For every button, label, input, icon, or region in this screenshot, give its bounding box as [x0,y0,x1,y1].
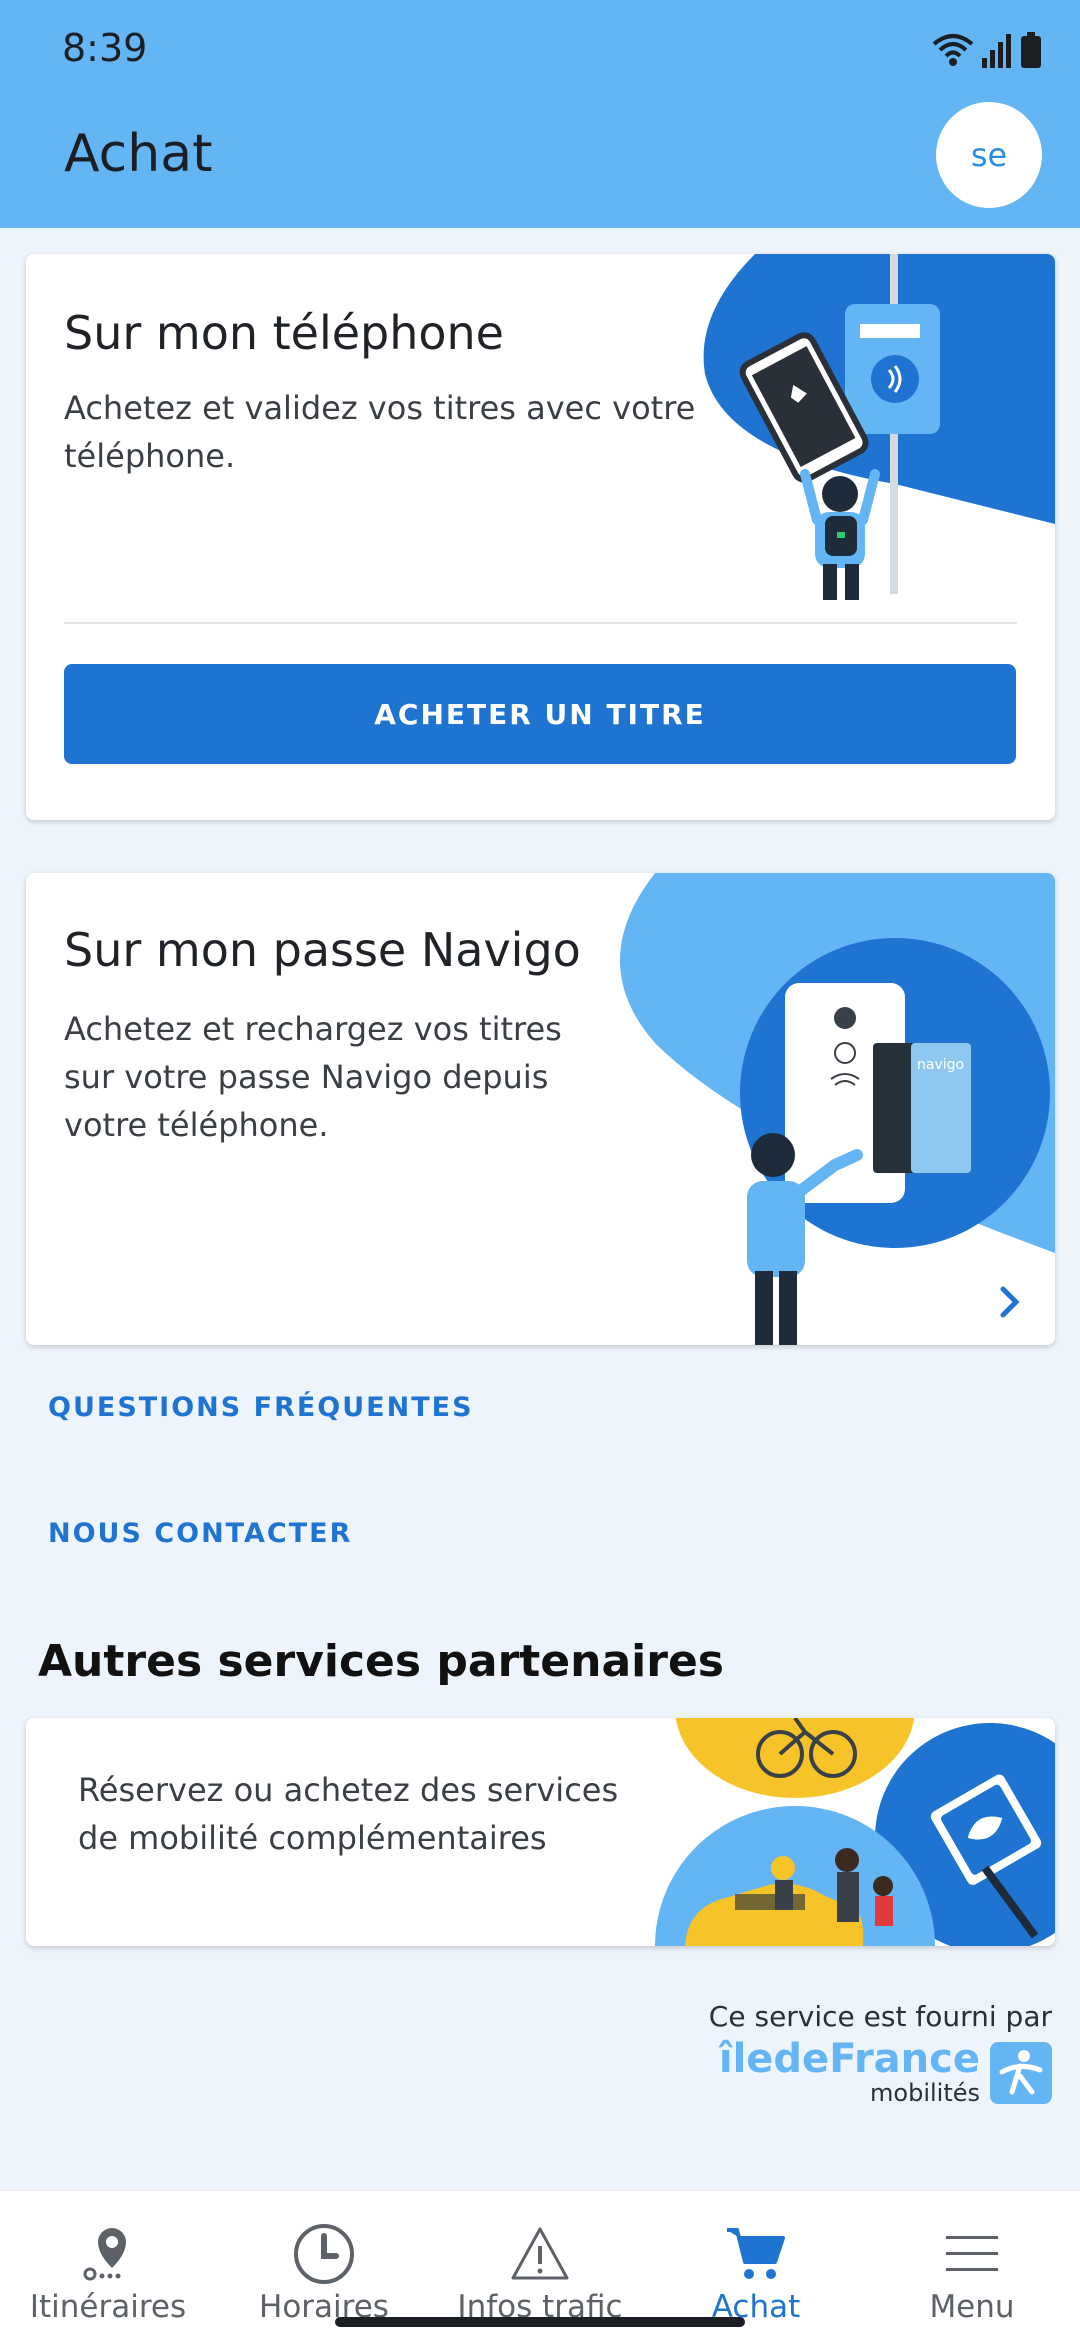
phone-validation-illustration [703,254,1055,600]
partners-section-title: Autres services partenaires [38,1636,724,1687]
avatar[interactable]: se [936,102,1042,208]
warning-triangle-icon [511,2227,569,2280]
nav-itineraires[interactable]: Itinéraires [0,2191,216,2340]
navigo-reader-illustration: navigo [620,873,1055,1345]
home-indicator[interactable] [335,2317,745,2327]
nav-label-menu: Menu [929,2289,1015,2325]
faq-link[interactable]: QUESTIONS FRÉQUENTES [48,1392,474,1423]
navigo-card-brand: navigo [917,1057,964,1073]
cart-icon [727,2228,785,2279]
divider [64,622,1017,624]
hamburger-menu-icon [946,2236,998,2271]
phone-card-title: Sur mon téléphone [64,306,504,360]
location-pin-icon [83,2228,126,2281]
phone-purchase-card[interactable]: Sur mon téléphone Achetez et validez vos… [26,254,1055,820]
navigo-card-title: Sur mon passe Navigo [64,923,581,977]
navigo-card-description: Achetez et rechargez vos titres sur votr… [64,1010,562,1144]
clock-icon [294,2224,354,2284]
nav-menu[interactable]: Menu [864,2191,1080,2340]
partners-description: Réservez ou achetez des services de mobi… [78,1771,619,1857]
navigo-purchase-card[interactable]: navigo Sur mon passe Navigo Achetez et r… [26,873,1055,1345]
idf-mobilites-logo-text: îledeFrance [718,2036,980,2082]
nav-label-itineraires: Itinéraires [29,2289,187,2325]
mobility-services-illustration [655,1718,1055,1946]
status-icons [932,28,1042,72]
app-header: 8:39 Achat se [0,0,1080,228]
idf-mobilites-logo-subtext: mobilités [870,2079,980,2107]
idf-mobilites-logo-icon [990,2042,1052,2104]
battery-icon [1021,32,1041,68]
phone-card-description: Achetez et validez vos titres avec votre… [64,389,696,475]
status-time: 8:39 [62,26,148,70]
wifi-icon [932,34,974,66]
buy-ticket-button[interactable]: ACHETER UN TITRE [64,664,1016,764]
page-title: Achat [64,124,213,184]
partners-card[interactable]: Réservez ou achetez des services de mobi… [26,1718,1055,1946]
chevron-right-icon[interactable] [999,1285,1021,1319]
provider-text: Ce service est fourni par [708,2000,1052,2033]
provider-attribution: Ce service est fourni par îledeFrance mo… [709,2000,1052,2107]
contact-link[interactable]: NOUS CONTACTER [48,1518,352,1549]
signal-icon [982,34,1011,68]
